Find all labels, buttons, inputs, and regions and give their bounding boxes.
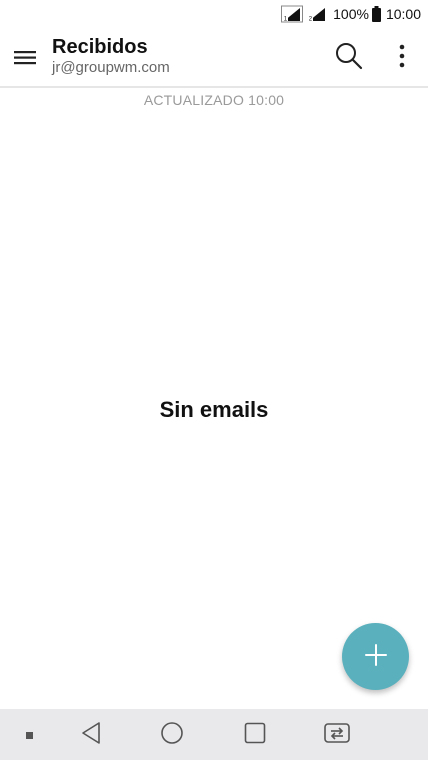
search-icon	[334, 41, 364, 75]
status-icons: 1 2 100% 10:00	[281, 5, 421, 23]
home-icon	[160, 721, 184, 749]
dual-window-button[interactable]	[320, 709, 354, 760]
dual-window-icon	[323, 722, 351, 748]
recents-icon	[244, 722, 266, 748]
title-block: Recibidos jr@groupwm.com	[52, 36, 170, 77]
status-clock: 10:00	[385, 6, 421, 22]
battery-icon	[371, 6, 381, 22]
plus-icon	[364, 643, 387, 670]
email-inbox-screen: 1 2 100% 10:00 Recibidos jr@groupwm.com …	[0, 0, 428, 760]
battery-percent: 100%	[333, 6, 369, 22]
empty-inbox-message: Sin emails	[159, 397, 269, 422]
more-options-button[interactable]	[390, 42, 414, 74]
sim-2-signal-icon: 2	[306, 5, 328, 23]
app-bar: Recibidos jr@groupwm.com	[0, 28, 428, 88]
last-updated-label: ACTUALIZADO 10:00	[143, 92, 285, 108]
hamburger-menu-icon	[13, 48, 37, 70]
notification-dot-button[interactable]	[20, 709, 40, 760]
menu-button[interactable]	[11, 45, 39, 73]
sim-1-signal-icon: 1	[281, 5, 304, 23]
notification-dot-icon	[26, 725, 34, 744]
status-bar: 1 2 100% 10:00	[0, 0, 428, 28]
page-title: Recibidos	[52, 36, 148, 58]
system-navigation-bar	[0, 709, 428, 760]
account-email: jr@groupwm.com	[52, 59, 170, 76]
home-button[interactable]	[157, 709, 187, 760]
more-vert-icon	[399, 43, 405, 73]
search-button[interactable]	[333, 42, 365, 74]
back-button[interactable]	[76, 709, 106, 760]
back-icon	[80, 721, 102, 749]
compose-button[interactable]	[342, 623, 409, 690]
recents-button[interactable]	[240, 709, 270, 760]
